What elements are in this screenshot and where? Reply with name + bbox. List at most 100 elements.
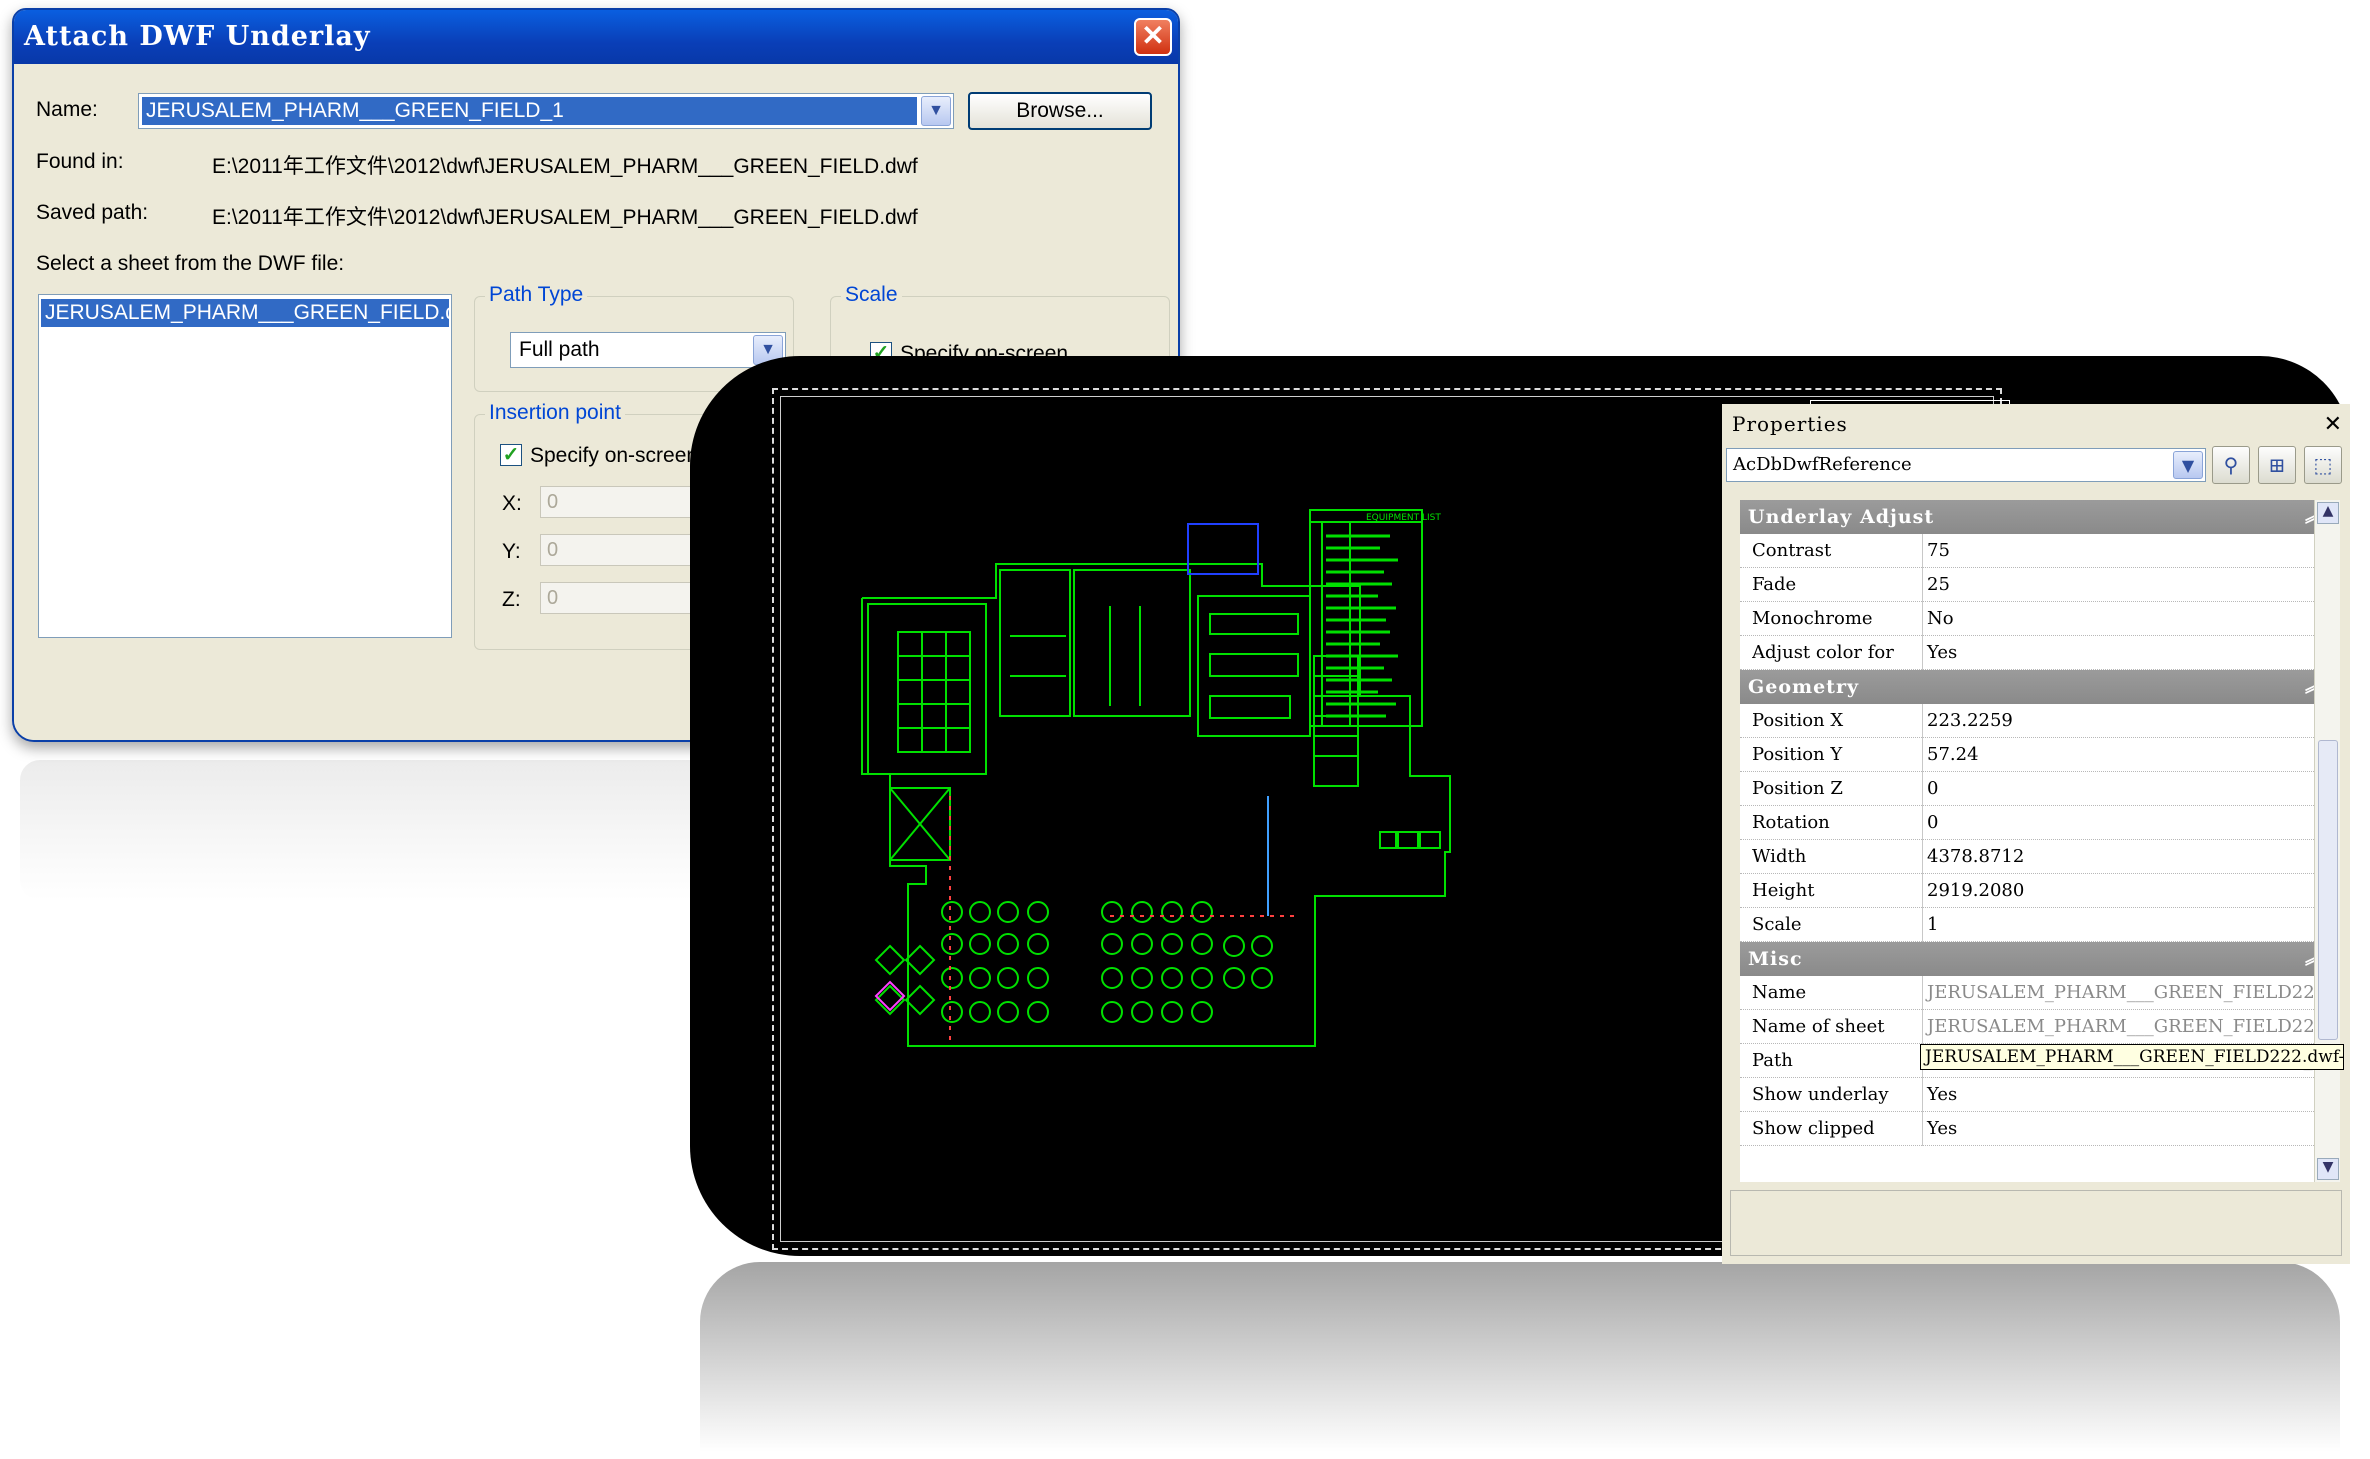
property-row[interactable]: Show underlay Yes <box>1740 1078 2336 1112</box>
legend-title: EQUIPMENT LIST <box>1366 513 1441 523</box>
close-icon[interactable]: ✕ <box>1134 18 1172 56</box>
property-value[interactable]: 0 <box>1922 772 2332 806</box>
property-row[interactable]: Position Z 0 <box>1740 772 2336 806</box>
dialog-title: Attach DWF Underlay <box>14 10 1178 64</box>
sheet-prompt: Select a sheet from the DWF file: <box>36 252 345 275</box>
found-in-label: Found in: <box>36 150 124 173</box>
property-key: Show underlay <box>1752 1084 1889 1105</box>
close-icon[interactable]: ✕ <box>2324 412 2342 437</box>
property-row[interactable]: Show clipped Yes <box>1740 1112 2336 1146</box>
plan-linework <box>861 563 1451 1047</box>
blue-room <box>1187 523 1259 575</box>
section-misc[interactable]: Misc ︽ <box>1740 942 2336 976</box>
scale-label: Scale <box>841 283 902 307</box>
select-objects-icon[interactable]: ⬚ <box>2304 446 2342 484</box>
property-key: Name of sheet <box>1752 1016 1885 1037</box>
property-key: Scale <box>1752 914 1802 935</box>
property-key: Name <box>1752 982 1807 1003</box>
scroll-thumb[interactable] <box>2318 740 2338 1040</box>
property-value[interactable]: Yes <box>1922 1112 2332 1146</box>
legend-rows <box>1326 534 1398 718</box>
property-key: Position Z <box>1752 778 1843 799</box>
property-row[interactable]: Width 4378.8712 <box>1740 840 2336 874</box>
name-label: Name: <box>36 98 98 121</box>
sheet-list[interactable]: JERUSALEM_PHARM___GREEN_FIELD.dwf <box>38 294 452 638</box>
dining-tables <box>874 901 1273 1023</box>
property-value[interactable]: Yes <box>1922 1078 2332 1112</box>
property-value[interactable]: 4378.8712 <box>1922 840 2332 874</box>
chevron-down-icon[interactable]: ▼ <box>2173 451 2203 479</box>
property-scrollbar[interactable]: ▲ ▼ <box>2314 500 2340 1182</box>
corridor-room <box>1073 569 1191 717</box>
property-key: Contrast <box>1752 540 1832 561</box>
path-type-value: Full path <box>519 338 600 361</box>
property-key: Rotation <box>1752 812 1830 833</box>
property-key: Adjust color for <box>1752 642 1894 663</box>
section-title: Underlay Adjust <box>1748 506 1935 528</box>
property-row[interactable]: Rotation 0 <box>1740 806 2336 840</box>
room-west <box>867 603 987 775</box>
sheet-name-tooltip: JERUSALEM_PHARM___GREEN_FIELD222.dwf-Mod… <box>1920 1044 2344 1070</box>
property-value[interactable]: 57.24 <box>1922 738 2332 772</box>
property-row[interactable]: Contrast 75 <box>1740 534 2336 568</box>
property-value[interactable]: 2919.2080 <box>1922 874 2332 908</box>
property-key: Width <box>1752 846 1807 867</box>
property-row[interactable]: Position X 223.2259 <box>1740 704 2336 738</box>
sheet-item[interactable]: JERUSALEM_PHARM___GREEN_FIELD.dwf <box>41 299 449 327</box>
property-value[interactable]: JERUSALEM_PHARM___GREEN_FIELD222 - T33 <box>1922 976 2332 1010</box>
property-value[interactable]: 1 <box>1922 908 2332 942</box>
property-row[interactable]: Fade 25 <box>1740 568 2336 602</box>
property-value[interactable]: Yes <box>1922 636 2332 670</box>
property-key: Fade <box>1752 574 1797 595</box>
property-row[interactable]: Adjust color for Yes <box>1740 636 2336 670</box>
property-key: Height <box>1752 880 1815 901</box>
stair-west <box>897 631 971 753</box>
property-key: Position Y <box>1752 744 1843 765</box>
property-value[interactable]: 0 <box>1922 806 2332 840</box>
name-combo[interactable]: JERUSALEM_PHARM___GREEN_FIELD_1 ▼ <box>138 93 954 129</box>
x-label: X: <box>502 492 522 515</box>
object-type-value: AcDbDwfReference <box>1733 454 1912 475</box>
browse-button[interactable]: Browse... <box>968 92 1152 130</box>
properties-header: Properties ✕ <box>1722 404 2350 448</box>
property-value[interactable]: No <box>1922 602 2332 636</box>
property-row[interactable]: Scale 1 <box>1740 908 2336 942</box>
property-grid: Underlay Adjust ︽ Contrast 75 Fade 25 Mono… <box>1740 500 2336 1182</box>
section-title: Geometry <box>1748 676 1860 698</box>
saved-path-value: E:\2011年工作文件\2012\dwf\JERUSALEM_PHARM___… <box>212 206 918 229</box>
section-underlay-adjust[interactable]: Underlay Adjust ︽ <box>1740 500 2336 534</box>
scroll-up-icon[interactable]: ▲ <box>2317 502 2339 524</box>
property-row[interactable]: Height 2919.2080 <box>1740 874 2336 908</box>
property-row[interactable]: Monochrome No <box>1740 602 2336 636</box>
cad-reflection <box>700 1262 2340 1452</box>
y-label: Y: <box>502 540 521 563</box>
property-value[interactable]: JERUSALEM_PHARM___GREEN_FIELD222.dwf-Mod… <box>1922 1010 2332 1044</box>
quick-select-icon[interactable]: ⚲ <box>2212 446 2250 484</box>
property-value[interactable]: 223.2259 <box>1922 704 2332 738</box>
description-area <box>1730 1190 2342 1256</box>
equipment-legend <box>1309 509 1423 727</box>
z-label: Z: <box>502 588 521 611</box>
insertion-specify-label: Specify on-screen <box>530 444 699 467</box>
property-row[interactable]: Name JERUSALEM_PHARM___GREEN_FIELD222 - T… <box>1740 976 2336 1010</box>
properties-palette: Properties ✕ AcDbDwfReference ▼ ⚲ ⊞ ⬚ Un… <box>1722 404 2350 1264</box>
object-type-combo[interactable]: AcDbDwfReference ▼ <box>1726 448 2206 482</box>
toggle-pickadd-icon[interactable]: ⊞ <box>2258 446 2296 484</box>
path-type-label: Path Type <box>485 283 588 307</box>
property-key: Path <box>1752 1050 1793 1071</box>
property-key: Position X <box>1752 710 1844 731</box>
restrooms <box>999 569 1071 717</box>
property-key: Monochrome <box>1752 608 1873 629</box>
properties-title: Properties <box>1732 412 1848 436</box>
property-row[interactable]: Position Y 57.24 <box>1740 738 2336 772</box>
property-value[interactable]: 25 <box>1922 568 2332 602</box>
property-row[interactable]: Name of sheet JERUSALEM_PHARM___GREEN_FIE… <box>1740 1010 2336 1044</box>
property-value[interactable]: 75 <box>1922 534 2332 568</box>
insertion-specify-checkbox[interactable]: ✓ <box>500 444 522 466</box>
scroll-down-icon[interactable]: ▼ <box>2317 1158 2339 1180</box>
saved-path-label: Saved path: <box>36 201 149 224</box>
found-in-value: E:\2011年工作文件\2012\dwf\JERUSALEM_PHARM___… <box>212 155 918 178</box>
chevron-down-icon[interactable]: ▼ <box>921 96 951 126</box>
section-geometry[interactable]: Geometry ︽ <box>1740 670 2336 704</box>
property-key: Show clipped <box>1752 1118 1875 1139</box>
